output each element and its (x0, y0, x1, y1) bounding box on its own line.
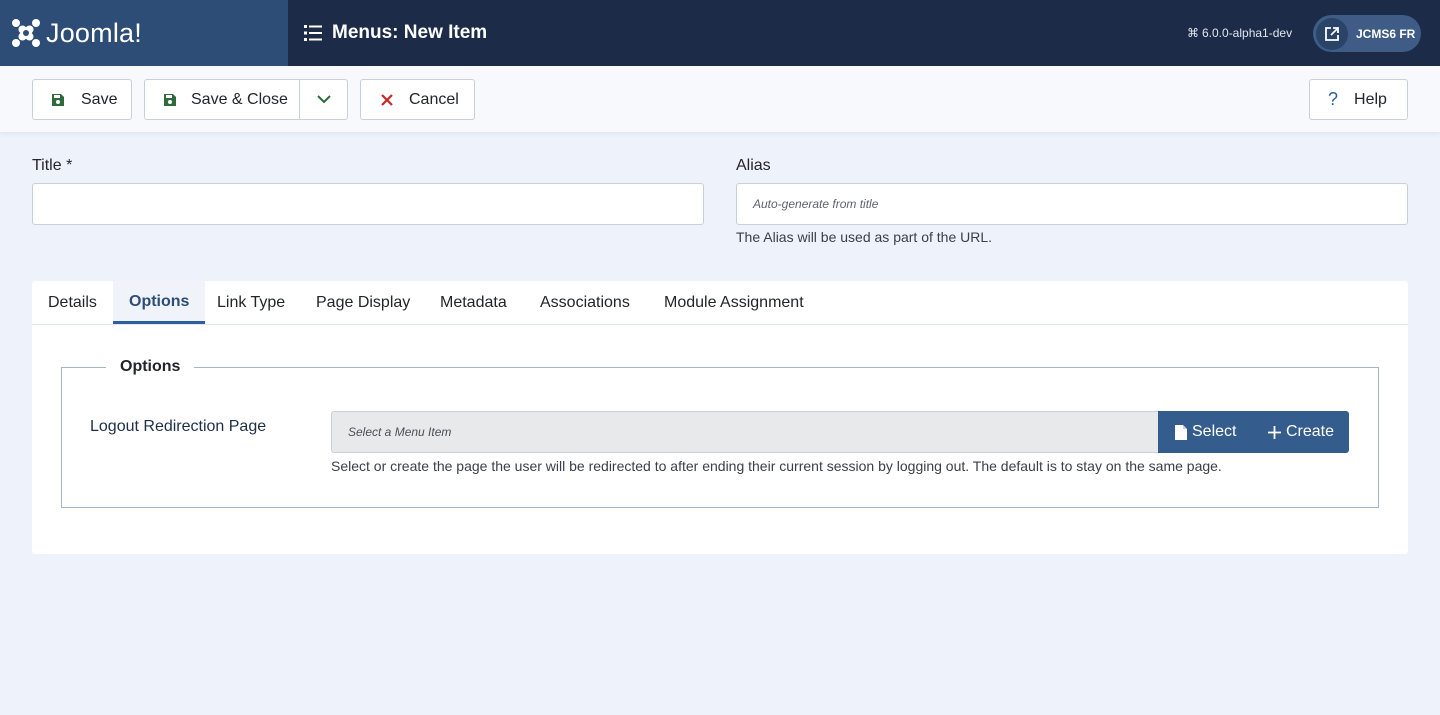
page-title: Menus: New Item (304, 0, 487, 66)
title-input[interactable] (32, 183, 704, 225)
tab-page-display[interactable]: Page Display (316, 281, 410, 324)
logout-redirection-help: Select or create the page the user will … (331, 458, 1222, 474)
help-button[interactable]: ? Help (1309, 79, 1408, 120)
command-icon: ⌘ (1187, 26, 1199, 40)
alias-help-text: The Alias will be used as part of the UR… (736, 229, 993, 245)
save-button[interactable]: Save (32, 79, 132, 120)
chevron-down-icon (317, 91, 331, 109)
tab-list: Details Options Link Type Page Display M… (32, 281, 1408, 325)
file-icon (1175, 424, 1187, 440)
top-header: Joomla! Menus: New Item ⌘ 6.0.0-alpha1-d… (0, 0, 1440, 66)
save-options-dropdown-toggle[interactable] (299, 80, 348, 119)
tab-panel: Details Options Link Type Page Display M… (32, 281, 1408, 554)
logout-redirection-label: Logout Redirection Page (90, 418, 267, 435)
create-button-label: Create (1286, 423, 1335, 440)
create-menu-item-button[interactable]: Create (1252, 411, 1349, 453)
save-label: Save (81, 90, 118, 108)
view-site-button[interactable]: JCMS6 FR (1313, 15, 1421, 52)
floppy-disk-icon (163, 93, 177, 107)
alias-input[interactable]: Auto-generate from title (736, 183, 1408, 225)
brand-name: Joomla! (46, 17, 142, 48)
joomla-logo-icon (11, 18, 41, 48)
tab-details[interactable]: Details (48, 281, 97, 324)
close-icon (381, 93, 393, 106)
version-info: ⌘ 6.0.0-alpha1-dev (1187, 0, 1292, 66)
save-close-label: Save & Close (191, 90, 288, 108)
tab-metadata[interactable]: Metadata (440, 281, 507, 324)
cancel-button[interactable]: Cancel (360, 79, 475, 120)
select-menu-item-button[interactable]: Select (1158, 411, 1252, 453)
floppy-disk-icon (51, 93, 65, 107)
select-button-label: Select (1192, 423, 1237, 440)
save-close-button[interactable]: Save & Close (144, 79, 348, 120)
list-icon (304, 25, 322, 41)
page-title-text: Menus: New Item (332, 22, 488, 43)
plus-icon (1268, 425, 1281, 439)
tab-link-type[interactable]: Link Type (217, 281, 285, 324)
tab-associations[interactable]: Associations (540, 281, 630, 324)
cancel-label: Cancel (409, 90, 459, 108)
help-label: Help (1354, 90, 1387, 108)
site-button-label: JCMS6 FR (1356, 26, 1416, 41)
title-label: Title * (32, 157, 73, 174)
brand-logo[interactable]: Joomla! (0, 0, 288, 66)
external-link-icon (1316, 17, 1348, 50)
menu-item-select-field[interactable]: Select a Menu Item (331, 411, 1159, 453)
tab-module-assignment[interactable]: Module Assignment (664, 281, 804, 324)
tab-options[interactable]: Options (113, 281, 206, 324)
version-text: 6.0.0-alpha1-dev (1202, 26, 1293, 40)
toolbar: Save Save & Close Cancel ? Help (0, 66, 1440, 133)
options-legend: Options (106, 358, 195, 376)
alias-label: Alias (736, 157, 771, 174)
question-icon: ? (1328, 89, 1339, 109)
